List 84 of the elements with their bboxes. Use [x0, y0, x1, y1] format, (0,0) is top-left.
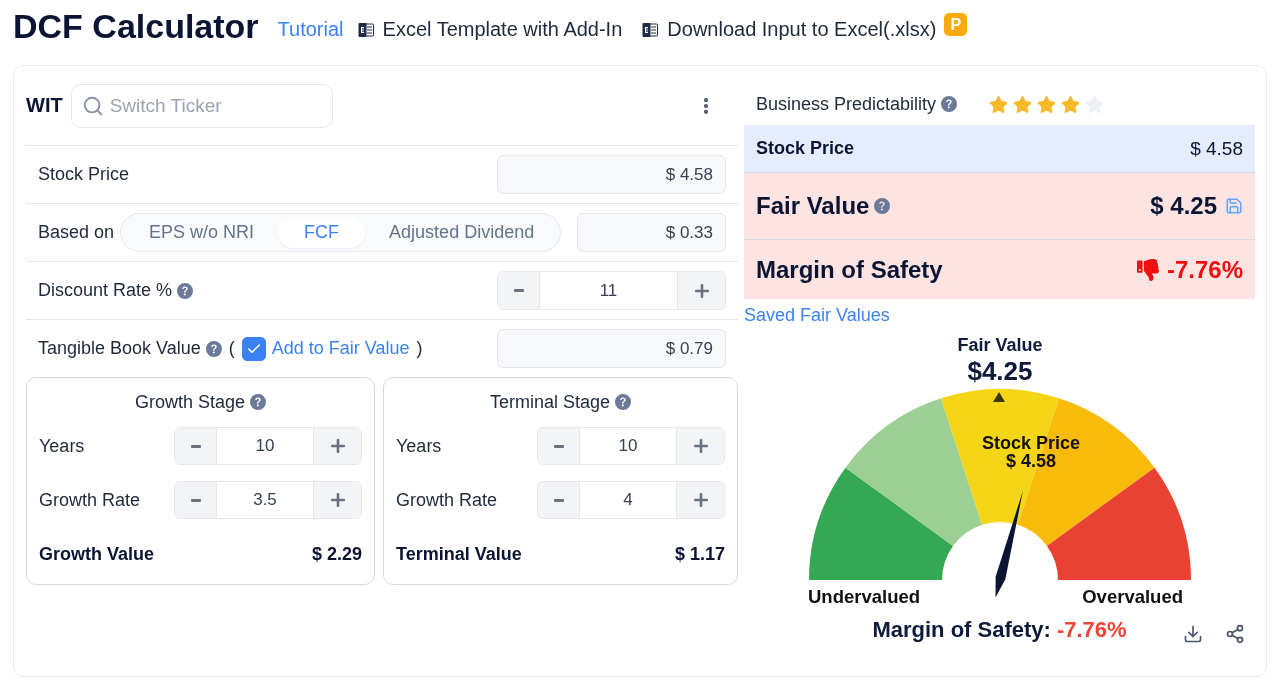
checkbox[interactable]	[241, 336, 266, 361]
excel-link[interactable]: Download Input to Excel(.xlsx)	[642, 18, 937, 41]
plus-icon	[693, 439, 708, 453]
field-label: Years	[39, 435, 85, 457]
number-field[interactable]: 3.5	[216, 482, 314, 518]
field-label: Tangible Book Value	[38, 338, 201, 359]
segment-option[interactable]: FCF	[278, 217, 366, 248]
gauge-title: Fair Value	[957, 335, 1042, 355]
tutorial-link[interactable]: Tutorial	[277, 18, 344, 41]
summary-label: Stock Price	[756, 138, 855, 159]
spreadsheet-icon	[357, 21, 374, 38]
summary-label: Fair Value	[756, 192, 870, 220]
star-icon	[1013, 94, 1033, 114]
increment-button[interactable]	[677, 482, 724, 518]
checkbox-label[interactable]: Add to Fair Value	[271, 338, 410, 359]
star-icon	[989, 94, 1009, 114]
page-title: DCF Calculator	[13, 7, 259, 46]
plus-icon	[330, 439, 345, 453]
minus-icon	[190, 498, 201, 502]
margin-label: Margin of Safety:	[872, 617, 1051, 643]
number-field[interactable]: 4	[579, 482, 677, 518]
premium-badge: P	[944, 13, 968, 36]
total-value: $ 1.17	[674, 543, 725, 565]
ticker-symbol: WIT	[26, 94, 63, 117]
help-icon[interactable]	[177, 282, 194, 299]
segment-option[interactable]: EPS w/o NRI	[125, 217, 279, 248]
plus-icon	[693, 493, 708, 507]
help-icon[interactable]	[615, 394, 632, 410]
value-field[interactable]: $ 4.58	[497, 155, 726, 194]
minus-icon	[553, 498, 564, 502]
help-icon[interactable]	[941, 96, 958, 112]
field-label: Stock Price	[38, 164, 130, 185]
bracket-text: (	[228, 338, 235, 359]
saved-fair-values-link[interactable]: Saved Fair Values	[744, 303, 890, 327]
total-value: $ 2.29	[311, 543, 362, 565]
plus-icon	[694, 283, 709, 298]
margin-value: -7.76%	[1056, 617, 1127, 643]
total-label: Growth Value	[39, 543, 155, 565]
field-label: Growth Rate	[396, 489, 498, 511]
number-field[interactable]: 10	[216, 428, 314, 464]
field-label: Years	[396, 435, 442, 457]
minus-icon	[190, 444, 201, 448]
plus-icon	[330, 493, 345, 507]
increment-button[interactable]	[677, 428, 724, 464]
summary-value: $ 4.25	[1150, 192, 1217, 220]
stage-title: Growth Stage	[134, 391, 246, 413]
gauge-right-label: Overvalued	[1081, 586, 1183, 607]
total-label: Terminal Value	[396, 543, 522, 565]
gauge-price-value: $ 4.58	[1005, 451, 1056, 471]
number-field[interactable]: 11	[539, 272, 678, 309]
help-icon[interactable]	[250, 394, 267, 410]
bracket-text: )	[416, 338, 423, 359]
gauge-fair-value: $4.25	[966, 356, 1033, 386]
summary-value: -7.76%	[1166, 255, 1243, 284]
help-icon[interactable]	[205, 340, 222, 357]
summary-label: Margin of Safety	[756, 255, 943, 284]
increment-button[interactable]	[314, 482, 361, 518]
download-icon[interactable]	[1183, 624, 1203, 644]
number-field[interactable]: 10	[579, 428, 677, 464]
value-field[interactable]: $ 0.33	[577, 213, 726, 252]
gauge-price-label: Stock Price	[981, 433, 1080, 453]
field-label: Growth Rate	[39, 489, 141, 511]
minus-icon	[513, 289, 524, 292]
help-icon[interactable]	[874, 198, 891, 214]
share-icon[interactable]	[1225, 624, 1245, 644]
minus-icon	[553, 444, 564, 448]
predictability-label: Business Predictability	[756, 93, 937, 115]
summary-value: $ 4.58	[1190, 137, 1243, 160]
stage-title: Terminal Stage	[489, 391, 611, 413]
segment-option[interactable]: Adjusted Dividend	[365, 217, 559, 248]
star-icon	[1061, 94, 1081, 114]
value-field[interactable]: $ 0.79	[497, 329, 726, 368]
field-label: Discount Rate %	[38, 280, 173, 301]
gauge-left-label: Undervalued	[807, 586, 920, 607]
increment-button[interactable]	[314, 428, 361, 464]
field-label: Based on	[38, 222, 115, 243]
triangle-marker-icon	[992, 392, 1005, 402]
excel-link[interactable]: Excel Template with Add-In	[357, 18, 623, 41]
search-icon	[81, 94, 104, 117]
thumbs-down-icon	[1136, 258, 1159, 281]
increment-button[interactable]	[678, 272, 725, 309]
spreadsheet-icon	[642, 21, 659, 38]
star-icon	[1037, 94, 1057, 114]
search-field[interactable]: Switch Ticker	[70, 83, 333, 128]
